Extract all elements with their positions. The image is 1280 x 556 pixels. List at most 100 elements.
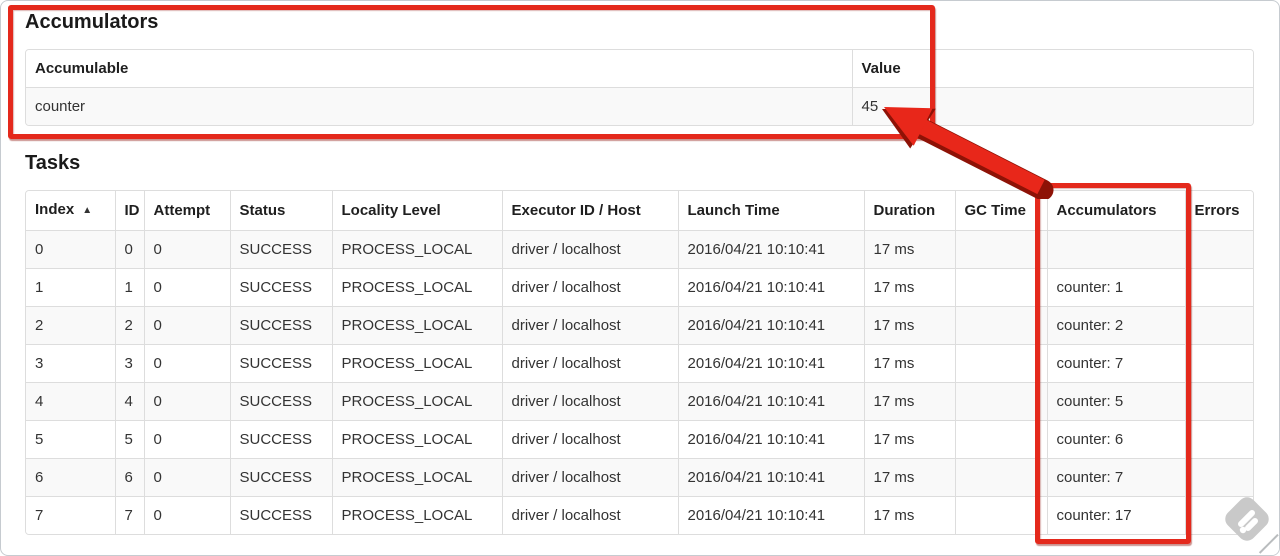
cell-index: 0 [26,230,115,269]
cell-status: SUCCESS [229,230,332,269]
cell-id: 2 [114,306,144,345]
cell-launch-time: 2016/04/21 10:10:41 [677,458,864,497]
cell-duration: 17 ms [863,382,955,421]
column-header-index[interactable]: Index ▲ [26,191,115,231]
column-header-value[interactable]: Value [851,50,1253,88]
cell-id: 1 [114,268,144,307]
cell-attempt: 0 [143,344,230,383]
cell-errors [1184,268,1253,307]
table-row: 3 3 0 SUCCESS PROCESS_LOCAL driver / localhos… [26,344,1253,383]
cell-launch-time: 2016/04/21 10:10:41 [677,496,864,534]
cell-duration: 17 ms [863,306,955,345]
cell-accumulators: counter: 1 [1046,268,1185,307]
column-label: Accumulators [1056,202,1157,219]
cell-gc-time [954,496,1047,534]
header-row: Index ▲ ID Attempt Status Locality Level Execu… [26,191,1253,231]
cell-errors [1184,496,1253,534]
cell-accumulators: counter: 7 [1046,458,1185,497]
cell-locality-level: PROCESS_LOCAL [331,420,502,459]
cell-gc-time [954,230,1047,269]
cell-executor-id-host: driver / localhost [501,420,678,459]
cell-duration: 17 ms [863,230,955,269]
cell-errors [1184,420,1253,459]
cell-duration: 17 ms [863,458,955,497]
column-header-accumulable[interactable]: Accumulable [26,50,852,88]
cell-executor-id-host: driver / localhost [501,496,678,534]
cell-locality-level: PROCESS_LOCAL [331,268,502,307]
cell-executor-id-host: driver / localhost [501,230,678,269]
cell-status: SUCCESS [229,458,332,497]
cell-launch-time: 2016/04/21 10:10:41 [677,230,864,269]
table-row: 6 6 0 SUCCESS PROCESS_LOCAL driver / localhos… [26,458,1253,497]
cell-errors [1184,344,1253,383]
column-header-duration[interactable]: Duration [863,191,955,231]
cell-gc-time [954,344,1047,383]
cell-duration: 17 ms [863,496,955,534]
cell-accumulable: counter [26,87,852,125]
cell-accumulators: counter: 5 [1046,382,1185,421]
cell-launch-time: 2016/04/21 10:10:41 [677,420,864,459]
cell-index: 3 [26,344,115,383]
cell-locality-level: PROCESS_LOCAL [331,344,502,383]
cell-id: 6 [114,458,144,497]
column-label: Index [35,201,75,218]
tasks-table: Index ▲ ID Attempt Status Locality Level Execu… [26,191,1253,534]
cell-status: SUCCESS [229,344,332,383]
cell-accumulators: counter: 2 [1046,306,1185,345]
column-header-launch-time[interactable]: Launch Time [677,191,864,231]
cell-attempt: 0 [143,458,230,497]
column-label: Accumulable [35,60,129,77]
accumulators-section-title: Accumulators [25,11,159,33]
cell-gc-time [954,420,1047,459]
cell-launch-time: 2016/04/21 10:10:41 [677,306,864,345]
cell-duration: 17 ms [863,344,955,383]
cell-locality-level: PROCESS_LOCAL [331,382,502,421]
cell-locality-level: PROCESS_LOCAL [331,230,502,269]
cell-id: 5 [114,420,144,459]
cell-duration: 17 ms [863,268,955,307]
cell-locality-level: PROCESS_LOCAL [331,458,502,497]
cell-index: 4 [26,382,115,421]
cell-accumulators: counter: 6 [1046,420,1185,459]
table-row: 4 4 0 SUCCESS PROCESS_LOCAL driver / localhos… [26,382,1253,421]
cell-gc-time [954,382,1047,421]
cell-errors [1184,382,1253,421]
cell-duration: 17 ms [863,420,955,459]
column-header-status[interactable]: Status [229,191,332,231]
column-label: Executor ID / Host [511,202,641,219]
column-header-accumulators[interactable]: Accumulators [1046,191,1185,231]
sort-ascending-icon: ▲ [82,205,93,216]
cell-launch-time: 2016/04/21 10:10:41 [677,382,864,421]
column-label: Attempt [153,202,211,219]
cell-accumulators: counter: 17 [1046,496,1185,534]
column-header-id[interactable]: ID [114,191,144,231]
header-row: Accumulable Value [26,50,1253,88]
cell-executor-id-host: driver / localhost [501,382,678,421]
cell-gc-time [954,306,1047,345]
column-header-executor-id-host[interactable]: Executor ID / Host [501,191,678,231]
column-label: Errors [1194,202,1240,219]
cell-errors [1184,306,1253,345]
table-row: 1 1 0 SUCCESS PROCESS_LOCAL driver / localhos… [26,268,1253,307]
cell-attempt: 0 [143,420,230,459]
column-header-errors[interactable]: Errors [1184,191,1253,231]
cell-attempt: 0 [143,382,230,421]
cell-launch-time: 2016/04/21 10:10:41 [677,268,864,307]
cell-value: 45 [851,87,1253,125]
cell-index: 2 [26,306,115,345]
cell-index: 6 [26,458,115,497]
column-header-attempt[interactable]: Attempt [143,191,230,231]
cell-executor-id-host: driver / localhost [501,344,678,383]
cell-id: 7 [114,496,144,534]
column-label: Value [861,60,901,77]
cell-gc-time [954,458,1047,497]
table-row: 0 0 0 SUCCESS PROCESS_LOCAL driver / localhos… [26,230,1253,269]
column-header-locality-level[interactable]: Locality Level [331,191,502,231]
cell-launch-time: 2016/04/21 10:10:41 [677,344,864,383]
cell-locality-level: PROCESS_LOCAL [331,306,502,345]
spark-stage-page: Accumulators Accumulable Value counter 45 T… [0,0,1280,556]
cell-accumulators: counter: 7 [1046,344,1185,383]
cell-executor-id-host: driver / localhost [501,458,678,497]
cell-status: SUCCESS [229,420,332,459]
column-header-gc-time[interactable]: GC Time [954,191,1047,231]
